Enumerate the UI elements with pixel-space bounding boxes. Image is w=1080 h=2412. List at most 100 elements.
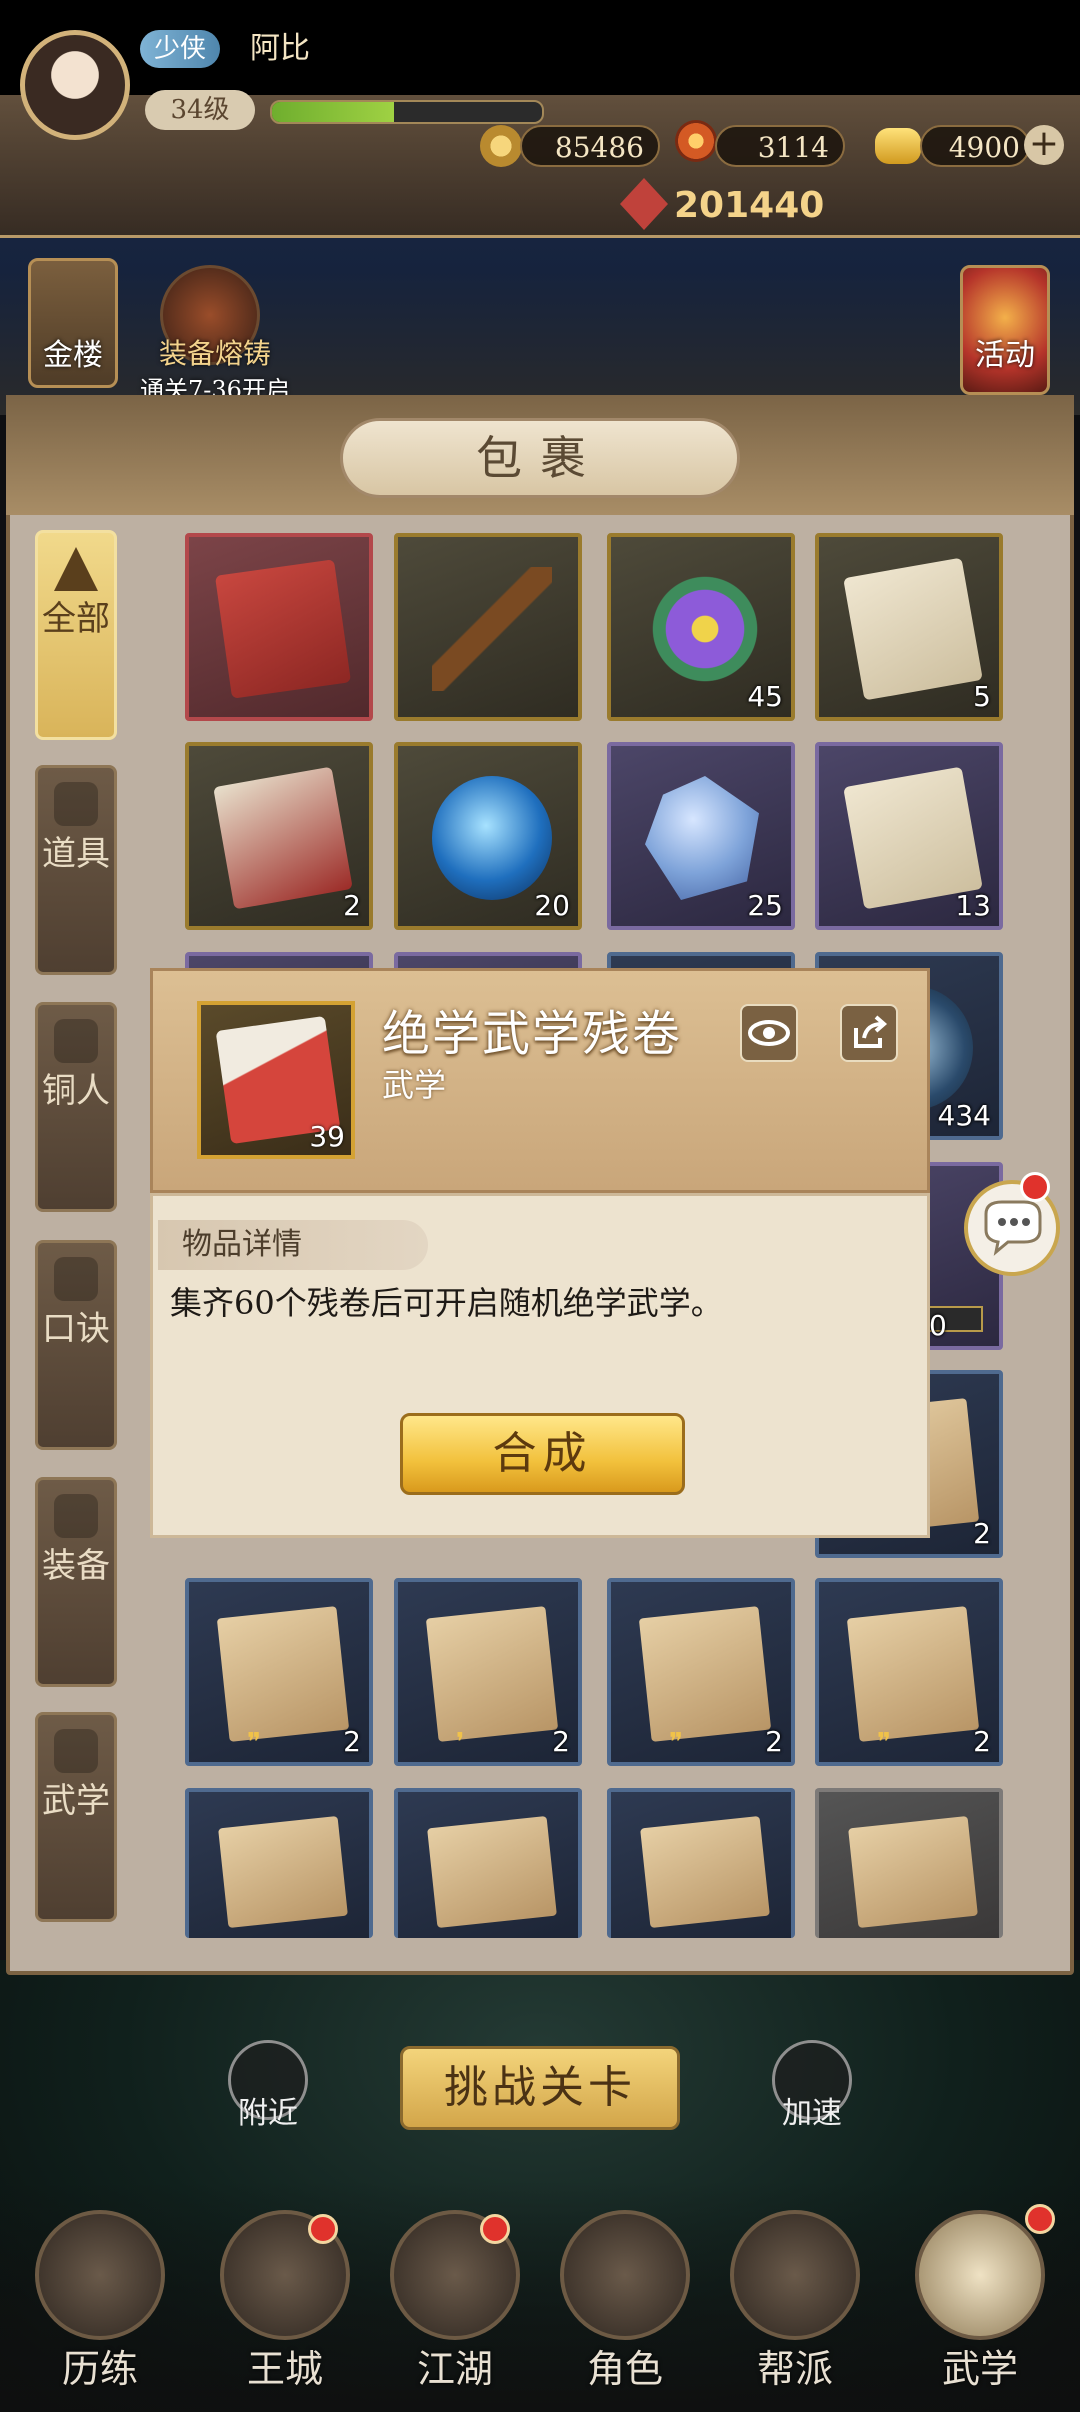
add-currency-button[interactable]: + xyxy=(1024,125,1064,165)
eye-icon xyxy=(748,1020,790,1046)
inventory-slot[interactable]: 5 xyxy=(815,533,1003,721)
fan-icon xyxy=(54,547,98,591)
inventory-slot[interactable] xyxy=(607,1788,795,1938)
exp-bar xyxy=(270,100,544,124)
item-detail-tab: 物品详情 xyxy=(158,1220,428,1270)
tab-martial-arts[interactable]: 武学 xyxy=(35,1712,117,1922)
inventory-slot[interactable]: ❜ 2 xyxy=(394,1578,582,1766)
item-count: 5 xyxy=(973,680,991,713)
nav-jianghu[interactable]: 江湖 xyxy=(370,2210,530,2400)
quality-dots: ❜ xyxy=(456,1728,465,1758)
notification-dot xyxy=(1025,2204,1055,2234)
inventory-slot[interactable]: 13 xyxy=(815,742,1003,930)
mask-icon xyxy=(35,2210,165,2340)
equip-forge-label: 装备熔铸 xyxy=(158,337,271,370)
nav-label: 王城 xyxy=(246,2347,323,2391)
inventory-slot[interactable] xyxy=(185,1788,373,1938)
coin-icon xyxy=(480,125,522,167)
gold-tower-label: 金楼 xyxy=(43,338,103,373)
inventory-slot[interactable] xyxy=(815,1788,1003,1938)
inventory-slot[interactable] xyxy=(394,533,582,721)
tab-label: 口诀 xyxy=(42,1309,110,1349)
share-icon xyxy=(854,1015,888,1048)
item-count: 2 xyxy=(343,889,361,922)
nav-guild[interactable]: 帮派 xyxy=(710,2210,870,2400)
item-count: 2 xyxy=(552,1725,570,1758)
envelope-icon xyxy=(214,559,352,699)
flame-token-counter: 3114 xyxy=(715,125,845,167)
quality-dots: ❞ xyxy=(247,1728,261,1758)
nav-label: 历练 xyxy=(61,2347,138,2391)
inventory-slot[interactable]: 45 xyxy=(607,533,795,721)
item-detail-popup: 39 绝学武学残卷 武学 物品详情 集齐60个残卷后可开启随机绝学武学。 合成 xyxy=(150,968,930,1538)
armor-icon xyxy=(54,1494,98,1538)
tab-mantra[interactable]: 口诀 xyxy=(35,1240,117,1450)
inventory-slot[interactable]: ❞ 2 xyxy=(815,1578,1003,1766)
inventory-slot[interactable]: ❞ 2 xyxy=(185,1578,373,1766)
quality-dots: ❞ xyxy=(669,1728,683,1758)
martial-manual-icon xyxy=(848,1816,978,1928)
scroll-icon xyxy=(213,766,353,910)
nav-label: 武学 xyxy=(941,2347,1018,2391)
share-button[interactable] xyxy=(840,1004,898,1062)
nav-label: 江湖 xyxy=(416,2347,493,2391)
martial-manual-icon xyxy=(216,1606,350,1742)
notification-dot xyxy=(1020,1172,1050,1202)
popup-item-slot: 39 xyxy=(197,1001,355,1159)
scroll-icon xyxy=(54,1257,98,1301)
coin-counter: 85486 xyxy=(520,125,660,167)
compose-button[interactable]: 合成 xyxy=(400,1413,685,1495)
nav-character[interactable]: 角色 xyxy=(540,2210,700,2400)
popup-item-type: 武学 xyxy=(382,1066,447,1104)
inventory-slot[interactable]: ❞ 2 xyxy=(607,1578,795,1766)
quality-dots: ❞ xyxy=(877,1728,891,1758)
tab-bronze-man[interactable]: 铜人 xyxy=(35,1002,117,1212)
inventory-slot[interactable] xyxy=(394,1788,582,1938)
player-name: 阿比 xyxy=(250,31,310,66)
scroll-icon xyxy=(843,557,983,701)
combat-power: 201440 xyxy=(674,185,825,226)
tab-equipment[interactable]: 装备 xyxy=(35,1477,117,1687)
gold-ingot-icon xyxy=(875,128,921,164)
panel-title: 包裹 xyxy=(340,418,740,498)
guild-emblem-icon xyxy=(730,2210,860,2340)
item-count: 20 xyxy=(534,889,570,922)
inventory-slot[interactable]: 2 xyxy=(185,742,373,930)
martial-manual-icon xyxy=(425,1606,559,1742)
flower-icon xyxy=(645,567,765,691)
nav-royal-city[interactable]: 王城 xyxy=(200,2210,360,2400)
martial-manual-icon xyxy=(218,1816,348,1928)
challenge-stage-button[interactable]: 挑战关卡 xyxy=(400,2046,680,2130)
item-count: 434 xyxy=(937,1099,991,1132)
item-count: 2 xyxy=(973,1517,991,1550)
tab-label: 装备 xyxy=(42,1546,110,1586)
tab-label: 道具 xyxy=(42,834,110,874)
item-count: 13 xyxy=(955,889,991,922)
inventory-slot[interactable]: 25 xyxy=(607,742,795,930)
item-count: 0 xyxy=(929,1309,947,1342)
flame-token-icon xyxy=(675,120,717,162)
level-badge: 34级 xyxy=(145,90,255,130)
orb-icon xyxy=(432,776,552,900)
player-title-tag: 少侠 xyxy=(140,30,220,68)
tab-items[interactable]: 道具 xyxy=(35,765,117,975)
gem-icon xyxy=(645,776,759,900)
tab-label: 全部 xyxy=(42,599,110,639)
inventory-slot[interactable] xyxy=(185,533,373,721)
pouch-icon xyxy=(54,782,98,826)
item-count: 45 xyxy=(747,680,783,713)
inventory-slot[interactable]: 20 xyxy=(394,742,582,930)
item-count: 2 xyxy=(973,1725,991,1758)
item-count: 25 xyxy=(747,889,783,922)
nav-training[interactable]: 历练 xyxy=(15,2210,175,2400)
item-description: 集齐60个残卷后可开启随机绝学武学。 xyxy=(170,1284,723,1322)
speedup-label: 加速 xyxy=(782,2096,842,2131)
nav-label: 角色 xyxy=(586,2347,663,2391)
preview-button[interactable] xyxy=(740,1004,798,1062)
tab-all[interactable]: 全部 xyxy=(35,530,117,740)
nav-martial-arts[interactable]: 武学 xyxy=(895,2204,1055,2400)
flute-icon xyxy=(432,567,552,691)
avatar[interactable] xyxy=(20,30,130,140)
event-label: 活动 xyxy=(975,338,1035,373)
martial-manual-icon xyxy=(427,1816,557,1928)
